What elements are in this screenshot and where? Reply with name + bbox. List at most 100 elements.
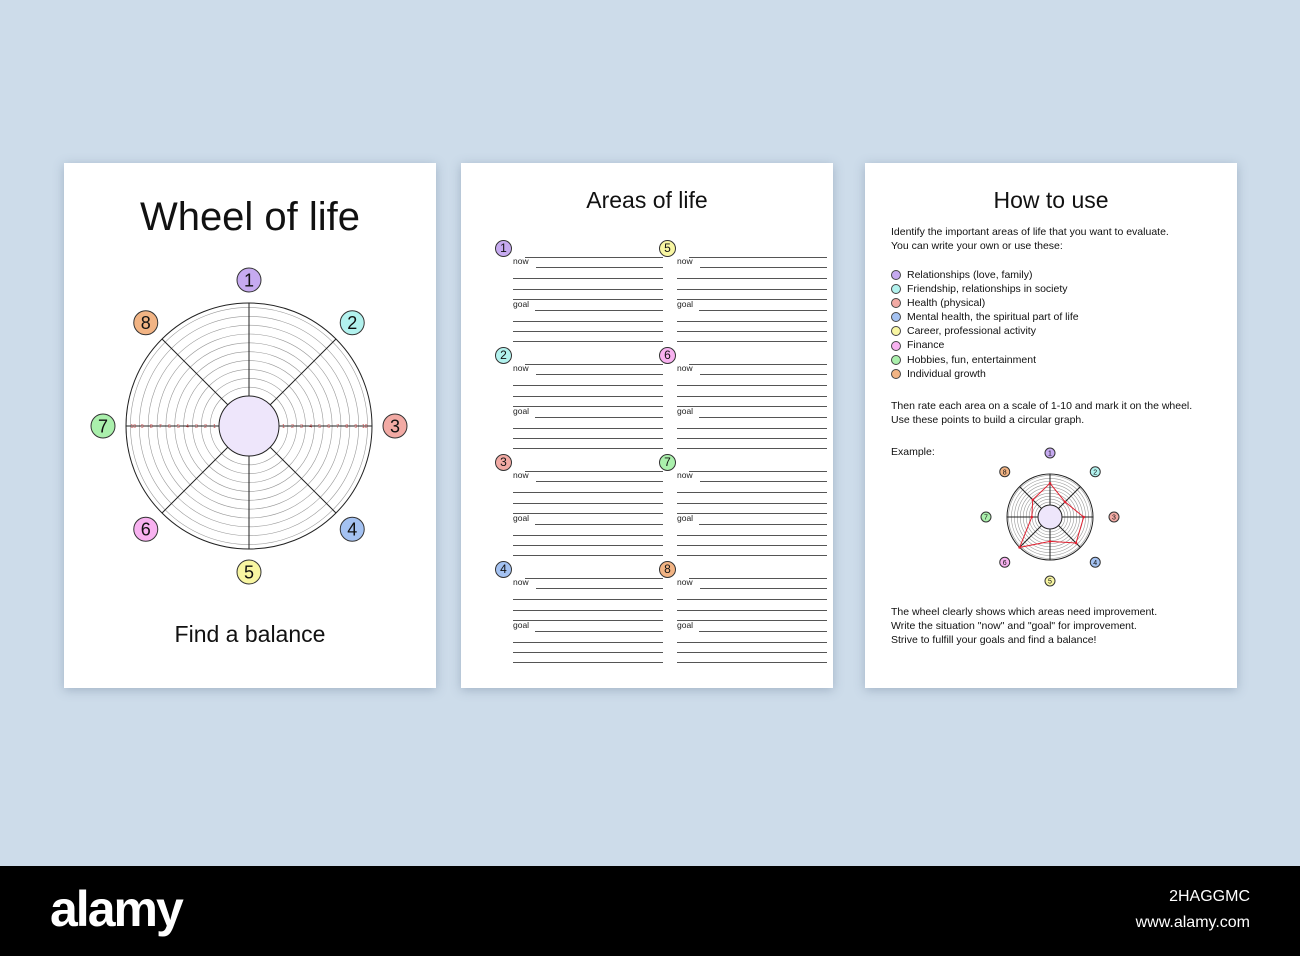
- write-line[interactable]: [677, 341, 827, 342]
- area-name-field[interactable]: [525, 471, 663, 472]
- write-line[interactable]: [513, 406, 663, 407]
- write-line[interactable]: [677, 385, 827, 386]
- write-line[interactable]: [699, 310, 827, 311]
- write-line[interactable]: [536, 267, 663, 268]
- example-point: [1031, 498, 1035, 502]
- write-line[interactable]: [535, 417, 663, 418]
- write-line[interactable]: [677, 289, 827, 290]
- write-line[interactable]: [677, 299, 827, 300]
- area-name-field[interactable]: [525, 578, 663, 579]
- write-line[interactable]: [700, 267, 827, 268]
- area-number-badge: 8: [659, 561, 676, 578]
- scale-tick-label: 3: [300, 424, 303, 430]
- write-line[interactable]: [513, 396, 663, 397]
- write-line[interactable]: [700, 588, 827, 589]
- write-line[interactable]: [677, 448, 827, 449]
- write-line[interactable]: [677, 513, 827, 514]
- write-line[interactable]: [513, 331, 663, 332]
- scale-tick-label: 2: [204, 424, 207, 430]
- area-number-badge: 4: [495, 561, 512, 578]
- write-line[interactable]: [513, 448, 663, 449]
- example-point: [1048, 540, 1052, 543]
- write-line[interactable]: [699, 524, 827, 525]
- scale-tick-label: 1: [213, 424, 216, 430]
- write-line[interactable]: [677, 503, 827, 504]
- area-block: 3 now goal: [495, 454, 663, 563]
- write-line[interactable]: [536, 481, 663, 482]
- area-block: 7 now goal: [659, 454, 827, 563]
- wheel-center: [1037, 504, 1063, 530]
- area-number-badge: 2: [495, 347, 512, 364]
- goal-label: goal: [513, 406, 530, 416]
- area-name-field[interactable]: [689, 257, 827, 258]
- write-line[interactable]: [677, 642, 827, 643]
- write-line[interactable]: [513, 642, 663, 643]
- write-line[interactable]: [677, 492, 827, 493]
- write-line[interactable]: [513, 535, 663, 536]
- area-name-field[interactable]: [525, 364, 663, 365]
- write-line[interactable]: [536, 374, 663, 375]
- write-line[interactable]: [513, 299, 663, 300]
- write-line[interactable]: [677, 438, 827, 439]
- write-line[interactable]: [513, 428, 663, 429]
- write-line[interactable]: [699, 631, 827, 632]
- scale-tick-label: 4: [309, 424, 312, 430]
- write-line[interactable]: [677, 535, 827, 536]
- write-line[interactable]: [513, 652, 663, 653]
- write-line[interactable]: [677, 331, 827, 332]
- write-line[interactable]: [677, 545, 827, 546]
- area-name-field[interactable]: [689, 364, 827, 365]
- write-line[interactable]: [513, 492, 663, 493]
- scale-tick-label: 4: [186, 424, 189, 430]
- write-line[interactable]: [513, 513, 663, 514]
- goal-label: goal: [677, 513, 694, 523]
- area-number-badge: 5: [659, 240, 676, 257]
- write-line[interactable]: [700, 374, 827, 375]
- write-line[interactable]: [677, 620, 827, 621]
- page-title: Wheel of life: [139, 195, 361, 239]
- write-line[interactable]: [513, 599, 663, 600]
- write-line[interactable]: [513, 620, 663, 621]
- area-name-field[interactable]: [689, 471, 827, 472]
- write-line[interactable]: [535, 310, 663, 311]
- area-block: 6 now goal: [659, 347, 827, 456]
- write-line[interactable]: [677, 610, 827, 611]
- write-line[interactable]: [677, 396, 827, 397]
- write-line[interactable]: [677, 278, 827, 279]
- write-line[interactable]: [513, 341, 663, 342]
- write-line[interactable]: [677, 652, 827, 653]
- write-line[interactable]: [677, 321, 827, 322]
- life-wheel: 11 22 33 44 55 66 77 88 99 101012345678: [90, 267, 408, 585]
- write-line[interactable]: [513, 503, 663, 504]
- write-line[interactable]: [677, 599, 827, 600]
- area-name-field[interactable]: [525, 257, 663, 258]
- write-line[interactable]: [677, 406, 827, 407]
- area-number: 3: [1112, 515, 1116, 522]
- write-line[interactable]: [535, 524, 663, 525]
- write-line[interactable]: [513, 321, 663, 322]
- scale-tick-label: 2: [291, 424, 294, 430]
- area-name-field[interactable]: [689, 578, 827, 579]
- write-line[interactable]: [513, 289, 663, 290]
- area-block: 2 now goal: [495, 347, 663, 456]
- write-line[interactable]: [677, 662, 827, 663]
- image-id: 2HAGGMC: [1169, 888, 1250, 905]
- write-line[interactable]: [513, 555, 663, 556]
- write-line[interactable]: [536, 588, 663, 589]
- scale-tick-label: 6: [327, 424, 330, 430]
- write-line[interactable]: [535, 631, 663, 632]
- write-line[interactable]: [513, 278, 663, 279]
- write-line[interactable]: [513, 438, 663, 439]
- area-number-badge: 7: [659, 454, 676, 471]
- write-line[interactable]: [513, 610, 663, 611]
- write-line[interactable]: [677, 555, 827, 556]
- outro-text: The wheel clearly shows which areas need…: [891, 605, 1157, 647]
- page-subtitle: Find a balance: [174, 621, 326, 647]
- write-line[interactable]: [513, 662, 663, 663]
- write-line[interactable]: [699, 417, 827, 418]
- write-line[interactable]: [513, 545, 663, 546]
- write-line[interactable]: [513, 385, 663, 386]
- write-line[interactable]: [677, 428, 827, 429]
- write-line[interactable]: [700, 481, 827, 482]
- page-title: Areas of life: [586, 187, 708, 213]
